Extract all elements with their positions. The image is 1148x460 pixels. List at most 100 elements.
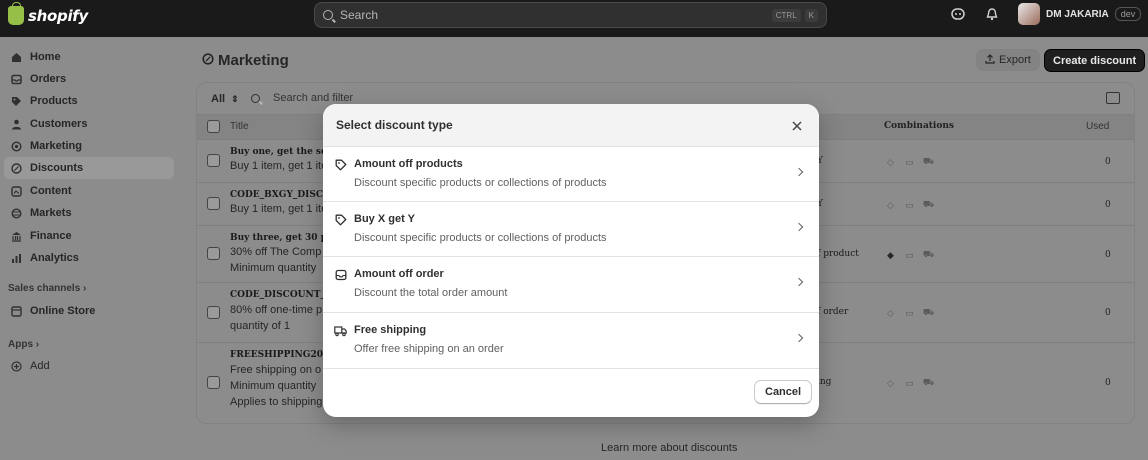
sidebar-item-content[interactable]: Content (4, 180, 174, 202)
row-checkbox[interactable] (207, 376, 220, 389)
row-title: CODE_BXGY_DISC (230, 190, 324, 200)
sidebar-item-orders[interactable]: Orders (4, 68, 174, 90)
column-title: Title (230, 121, 249, 132)
row-summary: Free shipping on o (230, 364, 322, 376)
option-title: Free shipping (354, 324, 427, 336)
sort-arrows-icon: ⇕ (231, 94, 239, 104)
row-type: ing (817, 377, 832, 387)
store-badge: dev (1114, 7, 1142, 21)
chevron-right-icon: › (35, 339, 40, 350)
option-description: Discount specific products or collection… (354, 177, 607, 189)
cart-icon: ▭ (905, 307, 914, 318)
used-count: 0 (1105, 378, 1111, 388)
sidebar: Home Orders Products Customers Marketing… (0, 37, 183, 460)
sidebar-item-products[interactable]: Products (4, 90, 174, 112)
sidebar-item-label: Analytics (30, 252, 79, 264)
cart-icon: ▭ (905, 156, 914, 167)
sales-channels-section[interactable]: Sales channels › (8, 283, 86, 294)
row-summary: Minimum quantity (230, 262, 317, 274)
chevron-right-icon (794, 167, 804, 177)
cart-icon: ▭ (905, 199, 914, 210)
home-icon (10, 51, 22, 63)
tag-icon (10, 95, 22, 107)
top-bar: shopify CTRL K DM JAKARIA dev (0, 0, 1148, 37)
combinations: ◇ ▭ ⛟ (885, 307, 934, 318)
tag-icon (334, 213, 347, 226)
discount-icon (10, 162, 22, 174)
row-title: CODE_DISCOUNT_ (230, 290, 325, 300)
sidebar-item-label: Orders (30, 73, 67, 85)
option-amount-off-products[interactable]: Amount off products Discount specific pr… (323, 147, 819, 202)
global-search[interactable]: CTRL K (314, 2, 827, 28)
sidebar-item-home[interactable]: Home (4, 46, 174, 68)
bell-icon[interactable] (984, 6, 1000, 22)
sidebar-item-markets[interactable]: Markets (4, 202, 174, 224)
row-summary: Minimum quantity (230, 380, 317, 392)
row-checkbox[interactable] (207, 247, 220, 260)
sidebar-item-marketing[interactable]: Marketing (4, 135, 174, 157)
row-checkbox[interactable] (207, 154, 220, 167)
tag-icon: ◆ (887, 249, 894, 260)
sidebar-item-online-store[interactable]: Online Store (4, 300, 174, 322)
content-icon (10, 185, 22, 197)
sidekick-icon[interactable] (950, 6, 966, 22)
used-count: 0 (1105, 200, 1111, 210)
inbox-icon (10, 73, 22, 85)
columns-icon[interactable] (1106, 92, 1120, 104)
shortcut-key-ctrl: CTRL (771, 8, 801, 22)
row-checkbox[interactable] (207, 306, 220, 319)
sidebar-item-label: Add (30, 360, 50, 372)
sidebar-item-finance[interactable]: Finance (4, 225, 174, 247)
export-button[interactable]: Export (976, 49, 1040, 71)
option-description: Discount specific products or collection… (354, 232, 607, 244)
sidebar-item-label: Finance (30, 230, 72, 242)
chevron-right-icon (794, 222, 804, 232)
sidebar-item-analytics[interactable]: Analytics (4, 247, 174, 269)
filter-tab-all[interactable]: All ⇕ (211, 93, 239, 105)
sidebar-item-add-app[interactable]: Add (4, 355, 174, 377)
plus-circle-icon (10, 360, 22, 372)
tag-icon: ◇ (887, 307, 894, 318)
shopify-bag-icon (8, 2, 24, 25)
search-input[interactable] (340, 8, 768, 22)
sidebar-item-label: Home (30, 51, 61, 63)
used-count: 0 (1105, 250, 1111, 260)
chart-icon (10, 252, 22, 264)
row-type: f product (817, 249, 859, 259)
row-title: Buy one, get the seco (230, 147, 339, 157)
user-menu[interactable]: DM JAKARIA dev (1018, 3, 1142, 25)
sidebar-item-discounts[interactable]: Discounts (4, 157, 174, 179)
combinations: ◆ ▭ ⛟ (885, 249, 934, 260)
chevron-right-icon (794, 277, 804, 287)
select-all-checkbox[interactable] (207, 120, 220, 133)
close-icon[interactable] (789, 118, 805, 134)
row-summary: quantity of 1 (230, 320, 290, 332)
option-buy-x-get-y[interactable]: Buy X get Y Discount specific products o… (323, 202, 819, 257)
user-name: DM JAKARIA (1046, 8, 1109, 20)
search-icon (323, 10, 333, 20)
option-title: Amount off products (354, 158, 463, 170)
sidebar-item-label: Products (30, 95, 78, 107)
row-title: FREESHIPPING202 (230, 350, 330, 360)
shopify-logo[interactable]: shopify (8, 2, 88, 25)
apps-section[interactable]: Apps › (8, 339, 39, 350)
learn-more-link[interactable]: Learn more about discounts (601, 442, 737, 454)
sidebar-item-label: Online Store (30, 305, 96, 317)
sidebar-item-label: Customers (30, 118, 88, 130)
sidebar-item-label: Marketing (30, 140, 82, 152)
cart-icon (334, 268, 347, 281)
create-discount-button[interactable]: Create discount (1044, 49, 1146, 72)
option-amount-off-order[interactable]: Amount off order Discount the total orde… (323, 257, 819, 313)
tag-icon: ◇ (887, 156, 894, 167)
row-checkbox[interactable] (207, 197, 220, 210)
search-and-filter[interactable]: Search and filter (251, 92, 353, 104)
person-icon (10, 118, 22, 130)
modal-title: Select discount type (336, 118, 453, 132)
upload-icon (985, 53, 995, 67)
cancel-button[interactable]: Cancel (754, 380, 813, 404)
sidebar-item-customers[interactable]: Customers (4, 113, 174, 135)
tag-icon (334, 158, 347, 171)
option-free-shipping[interactable]: Free shipping Offer free shipping on an … (323, 313, 819, 369)
row-summary: 30% off The Comp (230, 246, 322, 258)
sidebar-item-label: Discounts (30, 162, 84, 174)
